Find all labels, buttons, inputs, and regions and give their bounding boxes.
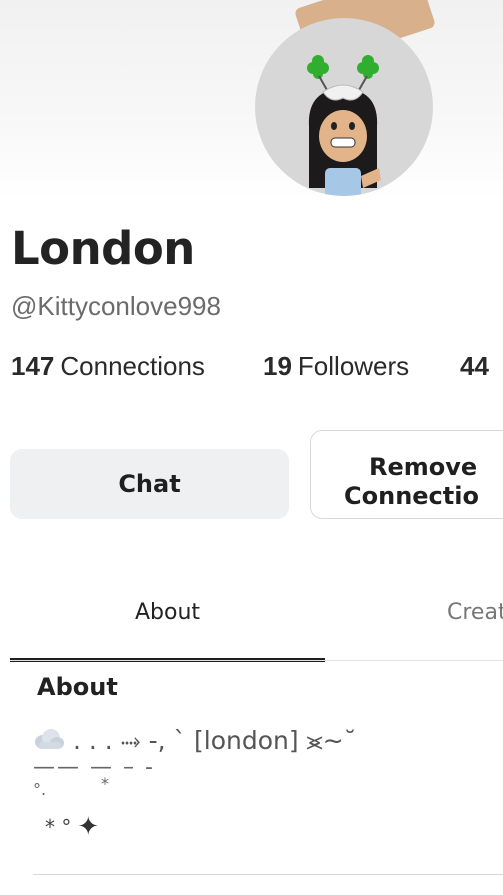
remove-connection-line1: Remove <box>369 453 478 481</box>
display-name: London <box>11 222 195 275</box>
bio-line-2: —— — – - <box>33 755 155 780</box>
bio-line-4-text: * ° <box>45 815 72 839</box>
remove-connection-line2: Connectio <box>344 482 479 510</box>
chat-button[interactable]: Chat <box>10 449 289 519</box>
bio-line-1-text: . . . ⤑ -, ` [london] ⪤∼˘ <box>73 726 357 755</box>
tab-about[interactable]: About <box>10 590 325 662</box>
sparkle-icon: ✦ <box>77 812 100 842</box>
bio-line-3-dots: °. <box>33 780 47 799</box>
connections-stat[interactable]: 147 Connections <box>11 351 205 382</box>
cloud-icon <box>33 727 65 756</box>
connections-count: 147 <box>11 351 55 381</box>
bio-line-4: * ° ✦ <box>33 810 473 844</box>
followers-count: 19 <box>263 351 292 381</box>
about-bio: . . . ⤑ -, ` [london] ⪤∼˘ —— — – - °. * … <box>33 722 473 844</box>
avatar-character-image <box>307 55 381 196</box>
connections-label: Connections <box>60 351 205 381</box>
section-divider <box>33 874 503 875</box>
following-stat[interactable]: 44 <box>460 351 489 382</box>
followers-label: Followers <box>297 351 410 381</box>
tabs-divider <box>10 660 503 661</box>
avatar[interactable] <box>255 18 433 196</box>
tab-creations[interactable]: Creat <box>447 590 503 662</box>
profile-stats: 147 Connections 19 Followers 44 <box>11 351 503 385</box>
about-heading: About <box>37 673 118 701</box>
following-count: 44 <box>460 351 489 381</box>
profile-tabs: About Creat <box>10 590 503 662</box>
remove-connection-button[interactable]: Remove Connectio <box>310 430 503 519</box>
followers-stat[interactable]: 19 Followers <box>263 351 409 382</box>
username: @Kittyconlove998 <box>11 291 221 321</box>
bio-line-3-star: * <box>101 774 109 793</box>
bio-line-3: °. * <box>33 774 473 810</box>
